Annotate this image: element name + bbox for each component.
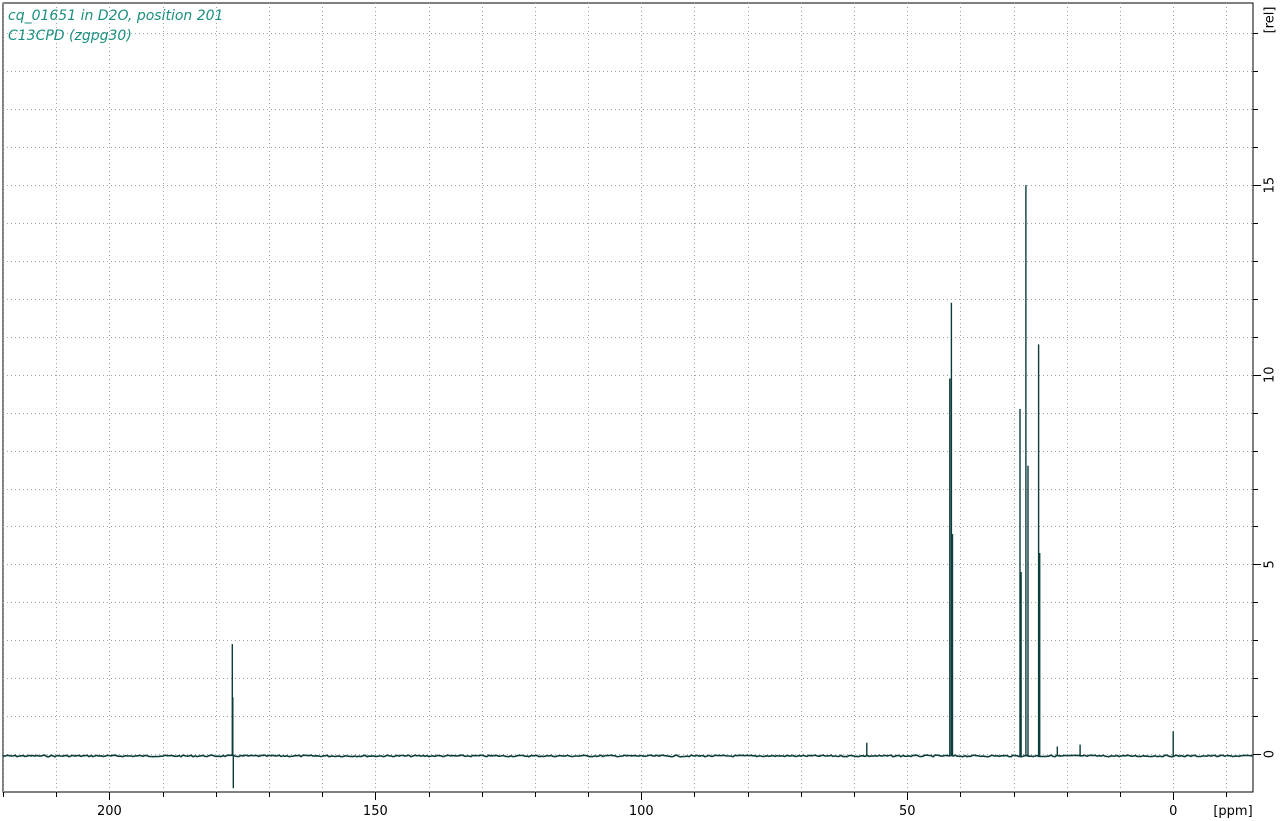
y-tick-label: 15	[1263, 177, 1278, 194]
spectrum-baseline	[2, 754, 1254, 758]
spectrum-plot-area: 200 150 100 50 0 [ppm] 0 5 10 15 [rel] cq_01651 in…	[0, 0, 1285, 821]
nmr-spectrum-chart: 200 150 100 50 0 [ppm] 0 5 10 15 [rel]	[2, 2, 1278, 819]
y-tick-label: 10	[1263, 366, 1278, 383]
x-tick-label: 150	[363, 804, 388, 819]
x-tick-label: 200	[97, 804, 122, 819]
spectrum-title-line-1: cq_01651 in D2O, position 201	[8, 8, 224, 24]
x-tick-label: 0	[1169, 804, 1177, 819]
spectrum-title-line-2: C13CPD (zgpg30)	[8, 28, 132, 44]
x-axis-label: [ppm]	[1213, 804, 1252, 819]
y-tick-label: 0	[1263, 750, 1278, 758]
x-tick-label: 50	[899, 804, 916, 819]
x-tick-label: 100	[629, 804, 654, 819]
plot-frame	[2, 2, 1254, 793]
y-tick-label: 5	[1263, 560, 1278, 568]
y-axis-label: [rel]	[1263, 7, 1278, 34]
